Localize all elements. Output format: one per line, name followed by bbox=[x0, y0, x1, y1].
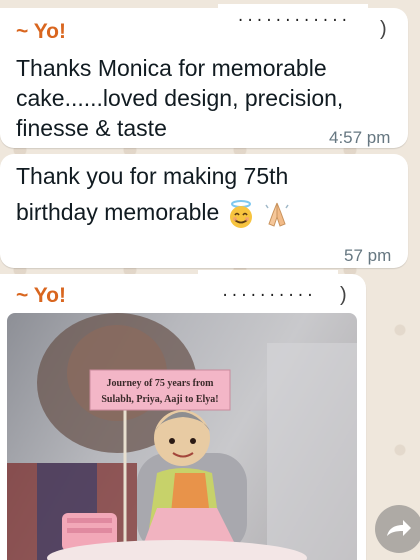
redacted-name: ............ bbox=[218, 4, 368, 32]
smiling-face-with-halo-icon bbox=[229, 199, 252, 228]
message-text-line: Thanks Monica for memorable bbox=[16, 55, 327, 81]
redaction-trailing-char: ) bbox=[380, 18, 387, 40]
cake-sign-line-1: Journey of 75 years from bbox=[106, 378, 214, 389]
redaction-trailing-char: ) bbox=[340, 284, 347, 306]
message-text-line: Thank you for making 75th bbox=[16, 163, 289, 189]
cake-photo[interactable]: Journey of 75 years from Sulabh, Priya, … bbox=[7, 313, 357, 560]
message-bubble-2[interactable]: Thank you for making 75th birthday memor… bbox=[0, 154, 408, 268]
message-text-line-with-emoji: birthday memorable bbox=[16, 197, 292, 229]
message-timestamp: 57 pm bbox=[344, 246, 392, 265]
message-text: birthday memorable bbox=[16, 199, 220, 225]
forward-button[interactable] bbox=[375, 505, 420, 553]
redacted-dots: .......... bbox=[220, 284, 316, 300]
cake-sign-line-2: Sulabh, Priya, Aaji to Elya! bbox=[101, 394, 218, 405]
message-text-line: finesse & taste bbox=[16, 115, 167, 141]
message-sender[interactable]: ~ Yo! bbox=[16, 284, 66, 308]
message-sender[interactable]: ~ Yo! bbox=[16, 20, 66, 44]
folded-hands-icon bbox=[265, 202, 289, 227]
cake-photo-illustration: Journey of 75 years from Sulabh, Priya, … bbox=[7, 313, 357, 560]
forward-icon bbox=[387, 520, 411, 536]
redacted-dots: ............ bbox=[236, 9, 350, 25]
message-text-line: cake......loved design, precision, bbox=[16, 85, 344, 111]
message-timestamp: 4:57 pm bbox=[329, 128, 391, 147]
